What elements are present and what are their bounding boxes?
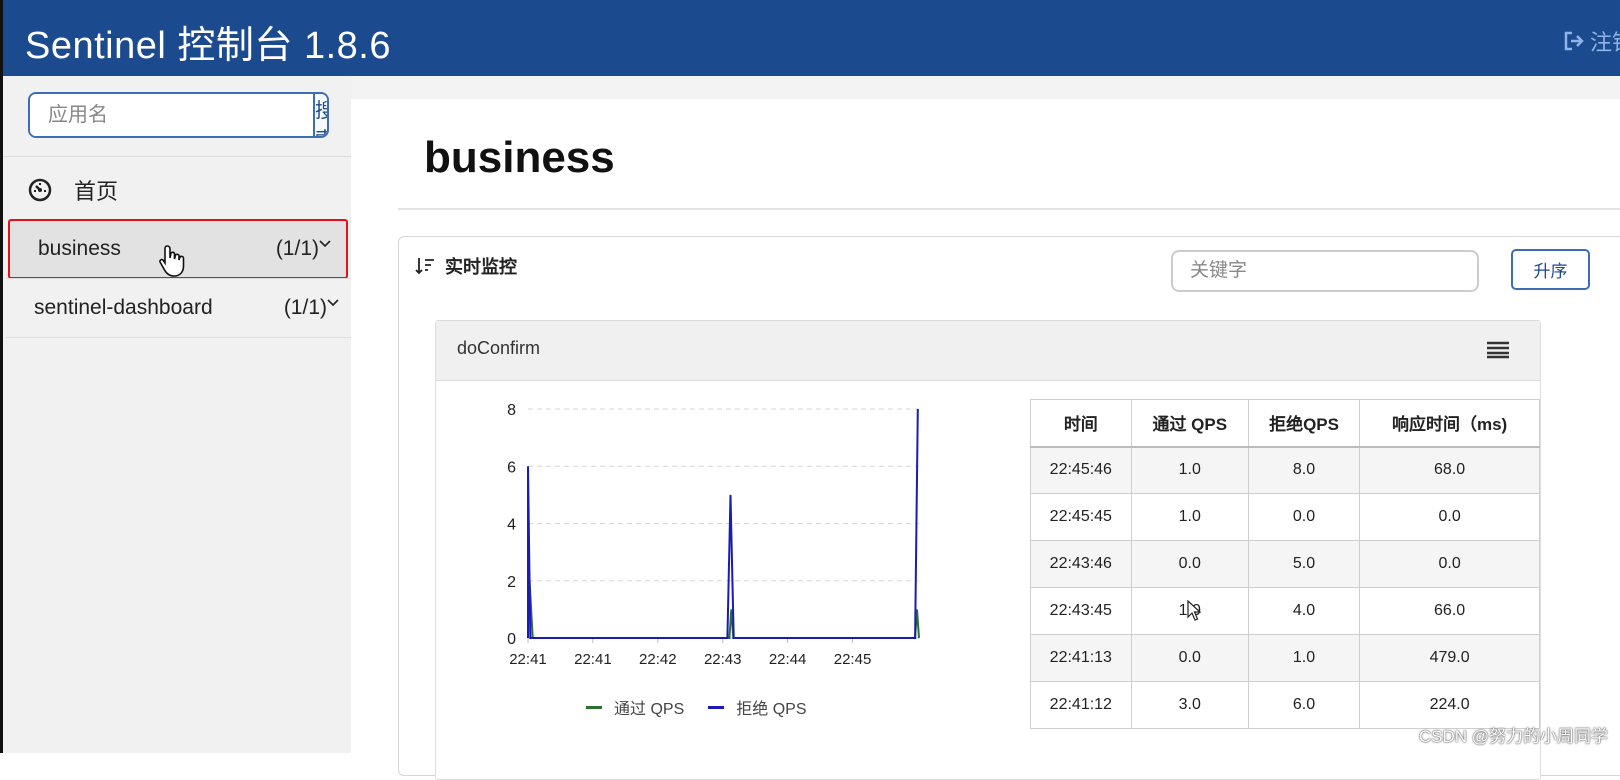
cell-response-time: 0.0 — [1359, 540, 1540, 588]
table-row: 22:45:45 1.0 0.0 0.0 — [1030, 493, 1540, 541]
logout-icon — [1564, 31, 1584, 51]
table-row: 22:43:46 0.0 5.0 0.0 — [1030, 540, 1540, 588]
cell-time: 22:43:46 — [1030, 540, 1132, 588]
x-tick-label: 22:43 — [704, 651, 742, 668]
cell-response-time: 68.0 — [1359, 446, 1540, 494]
table-row: 22:45:46 1.0 8.0 68.0 — [1030, 446, 1540, 494]
resource-card-header: doConfirm — [436, 321, 1540, 381]
cell-time: 22:41:12 — [1030, 681, 1132, 729]
cell-response-time: 0.0 — [1359, 493, 1540, 541]
legend-swatch — [708, 705, 725, 709]
cell-pass-qps: 0.0 — [1130, 540, 1249, 588]
column-header-response-time[interactable]: 响应时间（ms) — [1359, 399, 1540, 448]
resource-name: doConfirm — [457, 338, 541, 358]
cell-time: 22:41:13 — [1030, 634, 1132, 682]
table-header-row: 时间 通过 QPS 拒绝QPS 响应时间（ms) — [1030, 399, 1540, 448]
cell-block-qps: 0.0 — [1247, 493, 1361, 541]
cell-pass-qps: 3.0 — [1130, 681, 1249, 729]
hamburger-menu-icon[interactable] — [1486, 341, 1510, 359]
legend-item[interactable]: 拒绝 QPS — [708, 695, 807, 719]
panel-title-label: 实时监控 — [445, 257, 517, 277]
app-name: sentinel-dashboard — [34, 296, 213, 319]
logout-label: 注销 — [1590, 30, 1620, 55]
app-title: Sentinel 控制台 1.8.6 — [25, 25, 391, 67]
sort-asc-button[interactable]: 升序 — [1511, 249, 1590, 290]
sidebar-item-sentinel-dashboard[interactable]: sentinel-dashboard (1/1) — [6, 278, 354, 338]
resource-card: doConfirm 0 2 4 6 8 22:41 22:41 22:42 22:43 22:4… — [435, 320, 1541, 780]
cell-pass-qps: 1.0 — [1130, 446, 1249, 494]
y-tick-label: 0 — [507, 631, 516, 648]
app-search: 搜索 — [28, 92, 329, 138]
table-row: 22:41:13 0.0 1.0 479.0 — [1030, 634, 1540, 682]
y-tick-label: 4 — [507, 517, 516, 534]
chevron-down-icon — [327, 299, 339, 307]
cell-response-time: 479.0 — [1359, 634, 1540, 682]
app-instance-count: (1/1) — [276, 237, 331, 261]
chevron-down-icon — [319, 240, 331, 248]
x-tick-label: 22:45 — [834, 651, 872, 668]
sidebar-item-home[interactable]: 首页 — [28, 172, 118, 208]
x-tick-label: 22:41 — [509, 651, 547, 668]
table-row: 22:43:451.04.066.0 — [1030, 587, 1540, 635]
cell-pass-qps: 0.0 — [1130, 634, 1249, 682]
app-name: business — [38, 237, 121, 260]
chart-legend: 通过 QPS 拒绝 QPS — [586, 695, 807, 719]
cell-block-qps: 6.0 — [1247, 681, 1361, 729]
cell-block-qps: 5.0 — [1247, 540, 1361, 588]
y-tick-label: 8 — [507, 402, 516, 419]
app-search-input[interactable] — [30, 94, 313, 136]
sidebar-item-label: 首页 — [74, 179, 119, 204]
search-button[interactable]: 搜索 — [313, 94, 327, 136]
metrics-table: 时间 通过 QPS 拒绝QPS 响应时间（ms) 22:45:46 1.0 8.0 6… — [1030, 399, 1540, 729]
cell-time: 22:45:45 — [1030, 493, 1132, 541]
x-tick-label: 22:42 — [639, 651, 677, 668]
cell-pass-qps: 1.0 — [1130, 493, 1249, 541]
cell-time: 22:43:45 — [1030, 587, 1132, 635]
column-header-time[interactable]: 时间 — [1030, 399, 1132, 448]
y-tick-label: 2 — [507, 574, 516, 591]
sort-desc-icon — [415, 258, 434, 275]
page-title: business — [424, 133, 615, 182]
realtime-monitor-panel: 实时监控 升序 doConfirm 0 2 4 6 8 22:41 22:41 22:42 2… — [398, 236, 1620, 780]
app-instance-count: (1/1) — [284, 296, 339, 320]
cell-block-qps: 1.0 — [1247, 634, 1361, 682]
column-header-block-qps[interactable]: 拒绝QPS — [1247, 399, 1361, 448]
cell-block-qps: 4.0 — [1247, 587, 1361, 635]
x-tick-label: 22:44 — [769, 651, 807, 668]
sidebar-divider — [3, 156, 354, 157]
cell-time: 22:45:46 — [1030, 446, 1132, 494]
top-bar: Sentinel 控制台 1.8.6 注销 — [0, 0, 1620, 76]
series-line — [527, 552, 920, 639]
hand-cursor-icon — [159, 245, 185, 277]
keyword-input[interactable] — [1171, 250, 1479, 292]
main-top-band — [351, 76, 1620, 99]
watermark: CSDN @努力的小周同学 — [1418, 727, 1608, 746]
x-tick-label: 22:41 — [574, 651, 612, 668]
legend-item[interactable]: 通过 QPS — [586, 695, 684, 719]
legend-label: 通过 QPS — [614, 701, 685, 718]
legend-label: 拒绝 QPS — [736, 701, 807, 718]
logout-link[interactable]: 注销 — [1562, 25, 1620, 57]
qps-line-chart: 0 2 4 6 8 22:41 22:41 22:42 22:43 22:44 22:45 — [507, 402, 920, 668]
arrow-cursor-icon — [1187, 600, 1201, 621]
cell-block-qps: 8.0 — [1247, 446, 1361, 494]
column-header-pass-qps[interactable]: 通过 QPS — [1130, 399, 1249, 448]
dashboard-gauge-icon — [28, 178, 52, 202]
panel-title: 实时监控 — [415, 253, 517, 279]
cell-response-time: 66.0 — [1359, 587, 1540, 635]
y-tick-label: 6 — [507, 459, 516, 476]
title-divider — [398, 208, 1620, 210]
legend-swatch — [586, 705, 602, 709]
main-content: business 实时监控 升序 doConfirm 0 2 4 6 8 22:41 22… — [351, 76, 1620, 780]
sidebar: 搜索 首页 business (1/1) sentinel-dashboard … — [0, 76, 354, 753]
